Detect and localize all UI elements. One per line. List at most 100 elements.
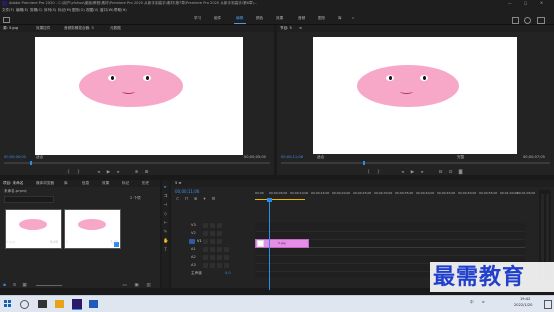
track-lock-icon[interactable] — [203, 263, 208, 268]
nest-icon[interactable]: ⊂ — [175, 197, 180, 202]
track-eye-icon[interactable] — [217, 231, 222, 236]
settings-wrench-icon[interactable]: ⚙ — [211, 197, 216, 202]
track-mic-icon[interactable] — [224, 255, 229, 260]
tab-project[interactable]: 项目: 未命名 — [3, 181, 23, 186]
workspace-learn[interactable]: 学习 — [194, 16, 201, 21]
timeline-playhead[interactable] — [269, 198, 270, 290]
tab-info[interactable]: 信息 — [82, 181, 89, 186]
linked-selection-icon[interactable]: ⊗ — [193, 197, 198, 202]
track-eye-icon[interactable] — [217, 223, 222, 228]
tab-history[interactable]: 历史 — [142, 181, 149, 186]
timeline-ruler[interactable]: 00;00 00;00;05;00 00;00;10;00 00;00;15;0… — [255, 190, 535, 202]
step-back-icon[interactable]: ◂ — [96, 170, 101, 175]
workspace-assembly[interactable]: 组件 — [214, 16, 221, 21]
icon-view-icon[interactable]: ▦ — [22, 283, 27, 288]
play-icon[interactable]: ▶ — [410, 170, 415, 175]
new-bin-icon[interactable]: ▭ — [122, 283, 127, 288]
workspace-more[interactable]: » — [352, 16, 354, 21]
program-playhead[interactable] — [363, 161, 365, 165]
track-eye-icon[interactable] — [217, 239, 222, 244]
menu-help[interactable]: 帮助(H) — [114, 8, 127, 13]
track-mute-icon[interactable] — [210, 255, 215, 260]
word-icon[interactable] — [89, 300, 98, 308]
home-icon[interactable] — [3, 17, 10, 23]
track-sync-icon[interactable] — [210, 239, 215, 244]
tab-sequence[interactable]: 5 ≡ — [175, 181, 181, 186]
step-forward-icon[interactable]: ▸ — [420, 170, 425, 175]
timeline-timecode[interactable]: 00;00;11;06 — [175, 190, 199, 194]
lift-icon[interactable]: ⊟ — [438, 170, 443, 175]
menu-view[interactable]: 视图(V) — [86, 8, 98, 13]
playhead-handle[interactable] — [267, 198, 272, 202]
tab-media-browser[interactable]: 媒体浏览器 — [36, 181, 54, 186]
track-mute-icon[interactable] — [210, 263, 215, 268]
program-fit-select[interactable]: 适合 — [317, 155, 324, 160]
tab-audio-mixer[interactable]: 音频剪辑混合器: 5 — [64, 26, 94, 31]
type-tool-icon[interactable]: T — [163, 248, 168, 253]
program-timecode[interactable]: 00;00;11;06 — [281, 155, 303, 160]
mark-out-icon[interactable]: } — [76, 170, 81, 175]
tab-effects[interactable]: 效果 — [102, 181, 109, 186]
minimize-button[interactable]: — — [508, 1, 512, 6]
source-fit-select[interactable]: 适合 — [36, 155, 43, 160]
ripple-edit-icon[interactable]: ⊣ — [163, 203, 168, 208]
menu-sequence[interactable]: 序列(S) — [44, 8, 56, 13]
step-forward-icon[interactable]: ▸ — [116, 170, 121, 175]
source-scrubber[interactable] — [4, 162, 270, 164]
workspace-libraries[interactable]: 库 — [338, 16, 342, 21]
source-timecode[interactable]: 00;00;00;00 — [4, 155, 26, 160]
track-target-toggle[interactable] — [189, 239, 195, 244]
premiere-taskbar-icon[interactable] — [72, 299, 82, 310]
hand-tool-icon[interactable]: ✋ — [163, 239, 169, 244]
fullscreen-icon[interactable] — [537, 17, 545, 24]
tab-effect-controls[interactable]: 效果控件 — [36, 26, 50, 31]
track-lock-icon[interactable] — [203, 247, 208, 252]
camera-icon[interactable]: ◙ — [458, 170, 463, 175]
mark-in-icon[interactable]: { — [366, 170, 371, 175]
track-solo-icon[interactable] — [217, 255, 222, 260]
project-search-input[interactable] — [4, 196, 54, 203]
overwrite-icon[interactable]: ⊞ — [144, 170, 149, 175]
workspace-effects[interactable]: 效果 — [276, 16, 283, 21]
selection-tool-icon[interactable]: ▸ — [163, 185, 168, 190]
program-scrubber[interactable] — [281, 162, 550, 164]
snap-icon[interactable]: ⊓ — [184, 197, 189, 202]
track-lock-icon[interactable] — [203, 231, 208, 236]
language-indicator[interactable]: 中 — [470, 300, 474, 305]
menu-clip[interactable]: 剪辑(C) — [30, 8, 43, 13]
work-area-bar[interactable] — [255, 199, 305, 200]
master-volume-value[interactable]: 0.0 — [225, 271, 231, 276]
menu-edit[interactable]: 编辑(E) — [16, 8, 28, 13]
track-solo-icon[interactable] — [217, 247, 222, 252]
play-icon[interactable]: ▶ — [106, 170, 111, 175]
volume-icon[interactable]: ⊳ — [482, 300, 485, 305]
mark-in-icon[interactable]: { — [66, 170, 71, 175]
menu-graphics[interactable]: 图形(G) — [72, 8, 85, 13]
step-back-icon[interactable]: ◂ — [400, 170, 405, 175]
track-mute-icon[interactable] — [210, 247, 215, 252]
menu-marker[interactable]: 标记(M) — [58, 8, 71, 13]
program-menu-icon[interactable]: ≡ — [299, 26, 302, 31]
track-mic-icon[interactable] — [224, 263, 229, 268]
track-sync-icon[interactable] — [210, 223, 215, 228]
windows-start-icon[interactable] — [4, 300, 12, 308]
tab-markers[interactable]: 标记 — [122, 181, 129, 186]
track-solo-icon[interactable] — [217, 263, 222, 268]
quick-export-icon[interactable] — [512, 17, 519, 24]
lock-icon[interactable]: ▪ — [2, 283, 7, 288]
mark-out-icon[interactable]: } — [376, 170, 381, 175]
trash-icon[interactable]: ▥ — [146, 283, 151, 288]
workspace-audio[interactable]: 音频 — [298, 16, 305, 21]
extract-icon[interactable]: ⊡ — [448, 170, 453, 175]
search-icon[interactable] — [524, 17, 531, 24]
notification-icon[interactable] — [544, 300, 552, 309]
zoom-slider[interactable] — [36, 285, 62, 286]
new-item-icon[interactable]: ▣ — [134, 283, 139, 288]
file-explorer-icon[interactable] — [55, 300, 64, 308]
tab-program[interactable]: 节目: 5 — [280, 26, 292, 31]
menu-file[interactable]: 文件(F) — [2, 8, 14, 13]
task-view-icon[interactable] — [38, 300, 47, 308]
maximize-button[interactable]: □ — [524, 1, 527, 6]
close-button[interactable]: ✕ — [540, 1, 543, 6]
tab-metadata[interactable]: 元数据 — [110, 26, 121, 31]
